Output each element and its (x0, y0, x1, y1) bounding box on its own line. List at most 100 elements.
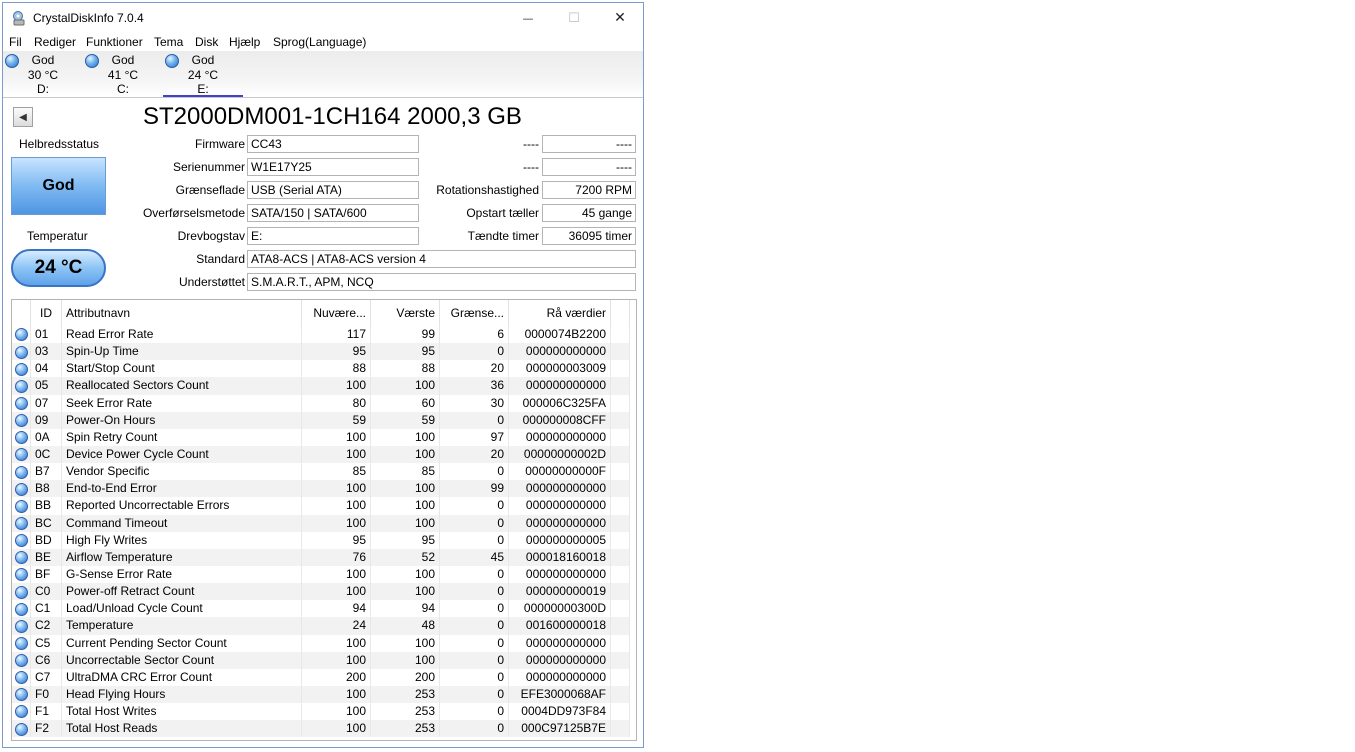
menu-language[interactable]: Sprog(Language) (273, 35, 366, 49)
column-header-status[interactable] (12, 300, 31, 326)
health-status-icon (14, 551, 28, 565)
disk-tab-c[interactable]: God 41 °C C: (83, 51, 163, 97)
maximize-button[interactable]: ☐ (551, 3, 597, 33)
column-header-filler (610, 300, 630, 326)
table-row[interactable]: 05 Reallocated Sectors Count 100 100 36 00000… (12, 377, 630, 395)
table-row[interactable]: C5 Current Pending Sector Count 100 100 0 000… (12, 634, 630, 652)
table-row[interactable]: 01 Read Error Rate 117 99 6 0000074B2200 (12, 326, 630, 344)
row-status-icon (12, 531, 31, 549)
attribute-name: Total Host Writes (61, 703, 302, 721)
row-filler (610, 445, 630, 464)
previous-disk-button[interactable]: ◀ (13, 107, 33, 127)
column-header-id[interactable]: ID (30, 300, 62, 326)
menu-functions[interactable]: Funktioner (86, 35, 143, 49)
row-status-icon (12, 617, 31, 635)
attribute-worst: 253 (370, 720, 440, 738)
attribute-threshold: 45 (439, 548, 509, 566)
table-row[interactable]: C6 Uncorrectable Sector Count 100 100 0 00000… (12, 651, 630, 669)
attribute-worst: 253 (370, 685, 440, 704)
health-status-icon (14, 379, 28, 393)
table-row[interactable]: 03 Spin-Up Time 95 95 0 000000000000 (12, 343, 630, 361)
smart-attributes-table[interactable]: ID Attributnavn Nuvære... Værste Grænse.… (11, 299, 637, 741)
table-row[interactable]: F0 Head Flying Hours 100 253 0 EFE3000068AF (12, 685, 630, 704)
attribute-name: Temperature (61, 617, 302, 635)
disk-temp: 24 °C (187, 67, 219, 82)
maximize-icon: ☐ (568, 10, 580, 26)
column-header-current[interactable]: Nuvære... (301, 300, 371, 326)
disk-tab-e[interactable]: God 24 °C E: (163, 51, 243, 97)
table-row[interactable]: B8 End-to-End Error 100 100 99 000000000000 (12, 480, 630, 498)
row-status-icon (12, 583, 31, 601)
table-row[interactable]: 04 Start/Stop Count 88 88 20 000000003009 (12, 360, 630, 378)
attribute-id: BF (30, 565, 62, 584)
table-row[interactable]: 0A Spin Retry Count 100 100 97 000000000000 (12, 428, 630, 446)
health-status-icon (14, 465, 28, 479)
table-row[interactable]: 07 Seek Error Rate 80 60 30 000006C325FA (12, 394, 630, 412)
attribute-id: 0A (30, 428, 62, 446)
table-row[interactable]: C2 Temperature 24 48 0 001600000018 (12, 617, 630, 635)
menu-theme[interactable]: Tema (154, 35, 183, 49)
minimize-button[interactable]: — (505, 3, 551, 33)
attribute-id: BE (30, 548, 62, 566)
table-row[interactable]: F2 Total Host Reads 100 253 0 000C97125B7E (12, 720, 630, 738)
column-header-worst[interactable]: Værste (370, 300, 440, 326)
row-filler (610, 377, 630, 395)
table-row[interactable]: B7 Vendor Specific 85 85 0 00000000000F (12, 463, 630, 481)
table-row[interactable]: BD High Fly Writes 95 95 0 000000000005 (12, 531, 630, 549)
attribute-id: C1 (30, 600, 62, 618)
attribute-current: 100 (301, 428, 371, 446)
disk-selector: God 30 °C D: God 41 °C C: God 24 °C E: (3, 51, 643, 98)
attribute-worst: 253 (370, 703, 440, 721)
menu-file[interactable]: Fil (9, 35, 22, 49)
attribute-id: 05 (30, 377, 62, 395)
attribute-id: C2 (30, 617, 62, 635)
health-status-icon (14, 396, 28, 410)
row-status-icon (12, 720, 31, 738)
table-row[interactable]: BB Reported Uncorrectable Errors 100 100 0 00… (12, 497, 630, 515)
table-row[interactable]: C1 Load/Unload Cycle Count 94 94 0 0000000030… (12, 600, 630, 618)
column-header-attribute[interactable]: Attributnavn (61, 300, 302, 326)
health-status-icon (14, 448, 28, 462)
column-header-threshold[interactable]: Grænse... (439, 300, 509, 326)
column-header-raw-values[interactable]: Rå værdier (508, 300, 611, 326)
table-row[interactable]: BF G-Sense Error Rate 100 100 0 000000000000 (12, 565, 630, 584)
menu-help[interactable]: Hjælp (229, 35, 260, 49)
row-filler (610, 463, 630, 481)
row-filler (610, 326, 630, 344)
attribute-threshold: 0 (439, 617, 509, 635)
disk-tab-d[interactable]: God 30 °C D: (3, 51, 83, 97)
attribute-raw-value: 0000074B2200 (508, 326, 611, 344)
table-row[interactable]: BC Command Timeout 100 100 0 000000000000 (12, 514, 630, 532)
attribute-raw-value: 000006C325FA (508, 394, 611, 412)
table-row[interactable]: C0 Power-off Retract Count 100 100 0 00000000… (12, 583, 630, 601)
table-row[interactable]: BE Airflow Temperature 76 52 45 000018160018 (12, 548, 630, 566)
app-icon (13, 11, 25, 26)
close-button[interactable]: ✕ (597, 3, 643, 33)
attribute-raw-value: 00000000000F (508, 463, 611, 481)
table-row[interactable]: C7 UltraDMA CRC Error Count 200 200 0 0000000… (12, 668, 630, 686)
standard-label: Standard (196, 252, 245, 266)
health-status-icon (14, 722, 28, 736)
temperature-button[interactable]: 24 °C (11, 249, 106, 287)
table-row[interactable]: F1 Total Host Writes 100 253 0 0004DD973F84 (12, 703, 630, 721)
attribute-name: Vendor Specific (61, 463, 302, 481)
health-status-icon (14, 482, 28, 496)
row-filler (610, 565, 630, 584)
row-status-icon (12, 651, 31, 669)
attribute-worst: 100 (370, 565, 440, 584)
attribute-threshold: 0 (439, 600, 509, 618)
table-row[interactable]: 0C Device Power Cycle Count 100 100 20 000000… (12, 445, 630, 464)
health-status-button[interactable]: God (11, 157, 106, 215)
menu-edit[interactable]: Rediger (34, 35, 76, 49)
attribute-name: Uncorrectable Sector Count (61, 651, 302, 669)
attribute-raw-value: 00000000002D (508, 445, 611, 464)
table-row[interactable]: 09 Power-On Hours 59 59 0 000000008CFF (12, 411, 630, 429)
row-filler (610, 703, 630, 721)
attribute-current: 100 (301, 480, 371, 498)
attribute-name: Power-On Hours (61, 411, 302, 429)
attribute-id: 09 (30, 411, 62, 429)
attribute-worst: 88 (370, 360, 440, 378)
row-filler (610, 480, 630, 498)
menu-disk[interactable]: Disk (195, 35, 218, 49)
row-status-icon (12, 428, 31, 446)
